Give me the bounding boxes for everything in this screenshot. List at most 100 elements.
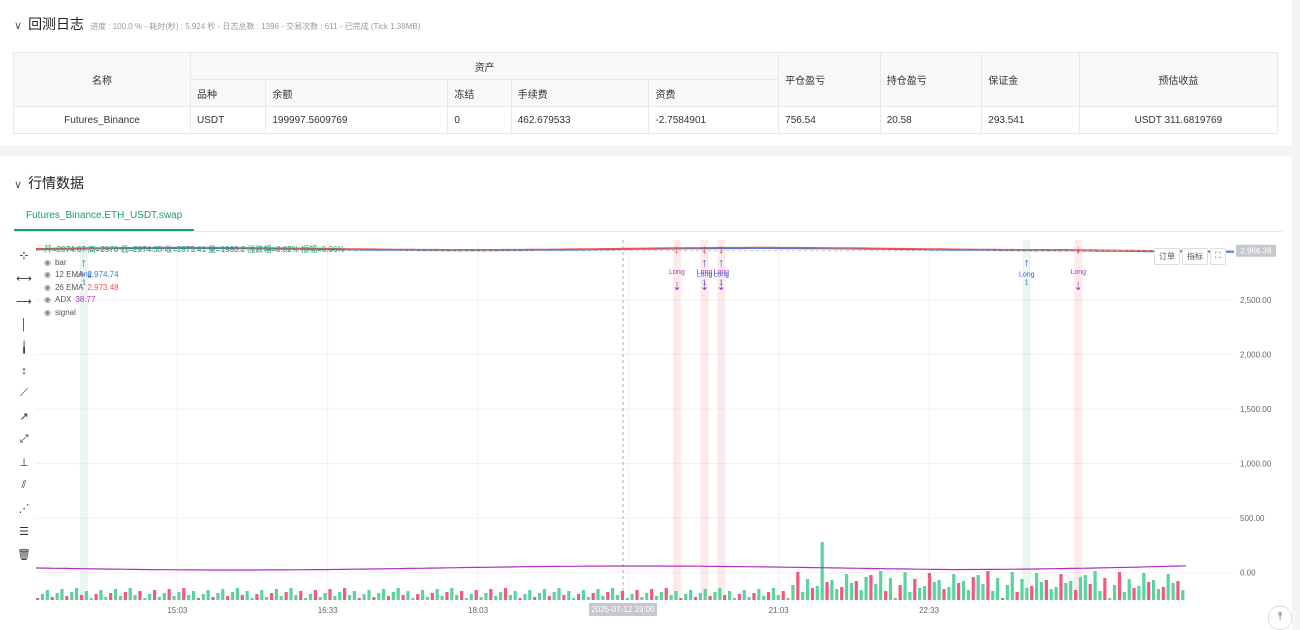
eye-icon[interactable]: ◉: [44, 294, 51, 307]
volume-bar: [513, 591, 517, 600]
x-tick-label: 18:03: [468, 606, 489, 615]
volume-bar: [138, 591, 142, 600]
signal-band: [700, 240, 709, 600]
crosshair-icon[interactable]: ⊹: [12, 244, 36, 267]
scroll-top-icon[interactable]: ⤒: [1268, 606, 1292, 630]
symbol-header: 品种: [189, 79, 267, 107]
tab-eth-usdt-swap[interactable]: Futures_Binance.ETH_USDT.swap: [14, 203, 195, 231]
volume-bar: [533, 597, 537, 600]
volume-bar: [372, 597, 376, 600]
vline-icon[interactable]: │: [12, 313, 36, 336]
volume-bar: [844, 574, 849, 600]
signal-band: [672, 240, 681, 600]
volume-bar: [937, 580, 941, 600]
trendline-icon[interactable]: ⟋: [12, 382, 36, 405]
volume-bar: [284, 592, 288, 600]
orders-button[interactable]: 订单: [1154, 248, 1180, 265]
volume-bar: [318, 597, 322, 600]
volume-bar: [693, 597, 698, 600]
chevron-down-icon[interactable]: ∨: [14, 178, 22, 191]
volume-bar: [226, 596, 230, 600]
volume-bar: [469, 594, 473, 600]
volume-bar: [1176, 581, 1180, 600]
legend-item-bar[interactable]: ◉ bar: [44, 257, 344, 270]
x-tick-label: 16:33: [318, 606, 339, 615]
volume-bar: [1039, 582, 1044, 600]
eye-icon[interactable]: ◉: [44, 269, 51, 282]
entry-arrow-icon: ↑: [718, 256, 724, 270]
volume-bar: [567, 591, 571, 600]
volume-bar: [347, 595, 352, 600]
volume-bar: [216, 593, 220, 600]
volume-bar: [718, 588, 722, 600]
volume-bar: [747, 597, 751, 600]
volume-bar: [922, 586, 927, 600]
eye-icon[interactable]: ◉: [44, 257, 51, 270]
volume-bar: [927, 573, 931, 600]
legend-item-ema12[interactable]: ◉ 12 EMA 2,974.74: [44, 269, 344, 282]
volume-bar: [859, 590, 863, 600]
legend-label: bar: [54, 257, 67, 267]
volume-bar: [459, 591, 464, 600]
trendray-icon[interactable]: ↗: [12, 405, 36, 428]
expand-icon[interactable]: ⛶: [1210, 248, 1226, 265]
vsegment-icon[interactable]: ↕: [12, 359, 36, 382]
volume-bar: [1059, 574, 1063, 600]
volume-bar: [1171, 583, 1175, 600]
volume-bar: [523, 594, 527, 600]
legend-item-adx[interactable]: ◉ ADX 38.77: [44, 294, 344, 307]
backtest-header[interactable]: ∨ 回测日志 进度 : 100.0 % - 耗时(秒) : 5.924 秒 - …: [14, 14, 420, 34]
row-balance: 199997.5609769: [265, 106, 449, 134]
volume-bar: [304, 598, 308, 600]
volume-bar: [381, 589, 386, 600]
parallel-channel-icon[interactable]: ⫽: [12, 474, 36, 497]
ray-icon[interactable]: ⟶: [12, 290, 36, 313]
backtest-progress: 进度 : 100.0 % - 耗时(秒) : 5.924 秒 - 日志总数 : …: [90, 22, 421, 31]
volume-bar: [1161, 587, 1165, 600]
chevron-down-icon[interactable]: ∨: [14, 19, 22, 32]
table-row: Futures_Binance USDT 199997.5609769 0 46…: [13, 106, 1279, 134]
volume-bar: [576, 594, 581, 600]
legend-item-ema26[interactable]: ◉ 26 EMA 2,973.48: [44, 282, 344, 295]
volume-bar: [913, 579, 917, 600]
volume-bar: [903, 572, 907, 600]
fib-icon[interactable]: ☰: [12, 520, 36, 543]
volume-bar: [299, 591, 303, 600]
y-tick-label: 2,500.00: [1240, 296, 1272, 305]
volume-bar: [508, 595, 512, 600]
entry-arrow-icon: ↑: [1024, 256, 1030, 270]
legend-value: 2,973.48: [87, 282, 119, 292]
vray-icon[interactable]: ╽: [12, 336, 36, 359]
volume-bar: [908, 592, 912, 600]
hline-icon[interactable]: ⟷: [12, 267, 36, 290]
signal-label: Long: [713, 272, 729, 279]
close-pnl-header: 平仓盈亏: [778, 52, 881, 107]
eye-icon[interactable]: ◉: [44, 282, 51, 295]
price-range-icon[interactable]: ⊥: [12, 451, 36, 474]
volume-bar: [1073, 590, 1078, 600]
volume-bar: [1035, 573, 1039, 600]
volume-bar: [942, 589, 946, 600]
extended-line-icon[interactable]: ⤢: [12, 428, 36, 451]
market-header[interactable]: ∨ 行情数据: [14, 173, 84, 193]
eye-icon[interactable]: ◉: [44, 307, 51, 320]
volume-bar: [104, 597, 108, 600]
volume-bar: [986, 571, 990, 600]
volume-bar: [396, 588, 400, 600]
volume-bar: [1044, 580, 1048, 600]
trash-icon[interactable]: 🗑: [12, 543, 36, 566]
volume-bar: [1132, 588, 1136, 600]
assets-table: 名称 资产 平仓盈亏 持仓盈亏 保证金 预估收益 品种 余额 冻结 手续费 资费…: [13, 52, 1279, 134]
volume-bar: [416, 594, 420, 600]
volume-bar: [864, 577, 868, 600]
volume-bar: [645, 593, 649, 600]
pitchfork-icon[interactable]: ⋰: [12, 497, 36, 520]
volume-bar: [313, 590, 317, 600]
legend-item-signal[interactable]: ◉ signal: [44, 307, 344, 320]
volume-bar: [586, 597, 590, 600]
volume-bar: [1098, 591, 1102, 600]
indicators-button[interactable]: 指标: [1182, 248, 1208, 265]
volume-bar: [269, 593, 274, 600]
volume-bar: [1064, 583, 1068, 600]
volume-bar: [918, 588, 922, 600]
